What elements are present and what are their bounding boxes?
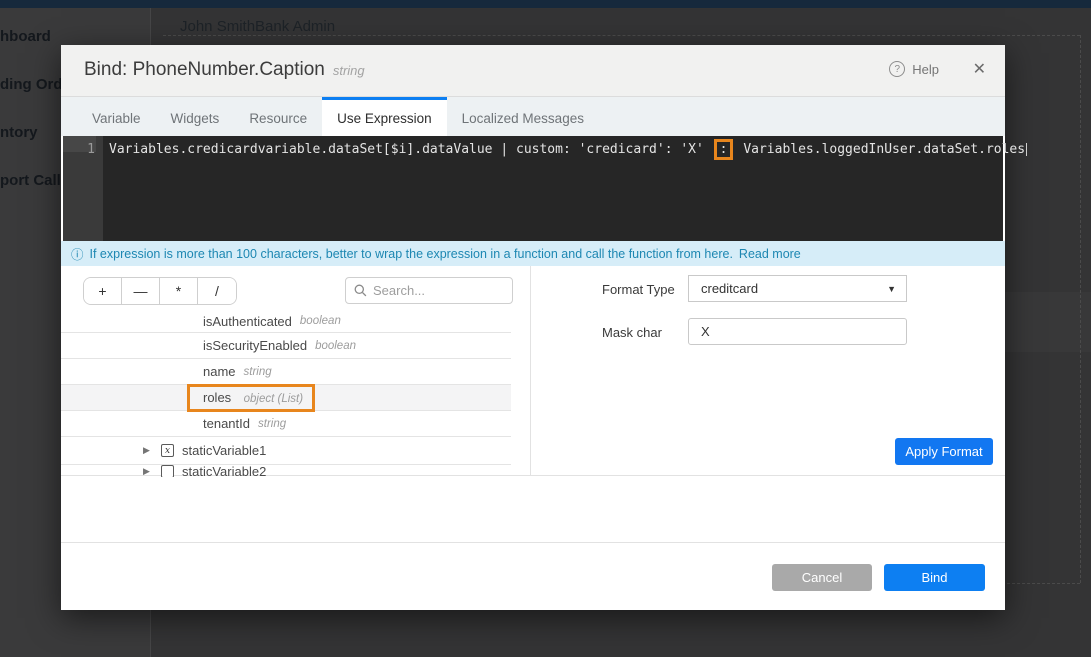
help-icon: ?: [889, 61, 905, 77]
cancel-button[interactable]: Cancel: [772, 564, 872, 591]
operator-toolbar: + — * /: [83, 277, 237, 305]
tree-item-name: staticVariable1: [182, 443, 266, 458]
variable-picker-pane: + — * / isAuthenticated boolean isSecuri: [61, 266, 530, 476]
text-caret: [1026, 143, 1027, 156]
dialog-tabs: Variable Widgets Resource Use Expression…: [61, 97, 1005, 136]
canvas-dashed-border-right: [1080, 35, 1081, 583]
chevron-down-icon: ▼: [887, 284, 896, 294]
tab-localized-messages[interactable]: Localized Messages: [447, 97, 599, 136]
variable-type-icon: x: [161, 444, 174, 457]
editor-line-number: 1: [63, 142, 95, 157]
code-highlight-box: :: [714, 139, 734, 160]
dialog-title-text: Bind: PhoneNumber.Caption: [84, 59, 325, 80]
tree-item-name[interactable]: name string: [61, 359, 511, 385]
variable-tree: isAuthenticated boolean isSecurityEnable…: [61, 310, 511, 477]
tree-item-name: tenantId: [203, 416, 250, 431]
tab-variable[interactable]: Variable: [77, 97, 156, 136]
close-icon[interactable]: ✕: [973, 62, 986, 78]
tree-item-staticvariable1[interactable]: ▶ x staticVariable1: [61, 437, 511, 465]
mask-char-label: Mask char: [602, 325, 662, 340]
tab-use-expression[interactable]: Use Expression: [322, 97, 447, 136]
tree-item-name: name: [203, 364, 236, 379]
variable-type-icon: [161, 465, 174, 477]
format-type-value: creditcard: [701, 281, 758, 296]
tree-item-name: roles: [203, 390, 231, 405]
read-more-link[interactable]: Read more: [739, 247, 801, 261]
canvas-dashed-border-top: [163, 35, 1080, 36]
tree-item-type: boolean: [315, 340, 356, 352]
search-input[interactable]: [373, 283, 493, 298]
expand-arrow-icon[interactable]: ▶: [143, 445, 153, 456]
dialog-type-hint: string: [333, 63, 365, 78]
dialog-title: Bind: PhoneNumber.Caption string: [84, 59, 365, 81]
user-label: John SmithBank Admin: [180, 18, 335, 35]
info-icon: ⓘ: [71, 244, 84, 263]
bind-dialog: Bind: PhoneNumber.Caption string ? Help ✕…: [61, 45, 1005, 610]
tree-item-type: string: [244, 366, 272, 378]
format-pane: Format Type creditcard ▼ Mask char Apply…: [531, 266, 1005, 476]
sidebar-item-support-calls[interactable]: port Calls: [0, 172, 69, 189]
multiply-operator-button[interactable]: *: [160, 278, 198, 304]
roles-highlight-box: roles object (List): [187, 384, 315, 412]
divide-operator-button[interactable]: /: [198, 278, 236, 304]
bind-button[interactable]: Bind: [884, 564, 985, 591]
dialog-header: Bind: PhoneNumber.Caption string ? Help ✕: [61, 45, 1005, 97]
apply-format-button[interactable]: Apply Format: [895, 438, 993, 465]
tree-item-name: isSecurityEnabled: [203, 338, 307, 353]
app-topbar: [0, 0, 1091, 8]
tree-item-isauthenticated[interactable]: isAuthenticated boolean: [61, 310, 511, 333]
code-after: Variables.loggedInUser.dataSet.roles: [743, 142, 1025, 157]
sidebar-item-dashboard[interactable]: hboard: [0, 28, 51, 45]
tree-item-name: staticVariable2: [182, 465, 266, 477]
tree-item-type: object (List): [244, 393, 303, 405]
sidebar-item-inventory[interactable]: ntory: [0, 124, 38, 141]
help-button[interactable]: ? Help: [889, 61, 939, 77]
tree-item-tenantid[interactable]: tenantId string: [61, 411, 511, 437]
info-text: If expression is more than 100 character…: [90, 247, 733, 261]
dialog-footer: Cancel Bind: [61, 542, 1005, 610]
expression-info-bar: ⓘ If expression is more than 100 charact…: [61, 241, 1005, 266]
minus-operator-button[interactable]: —: [122, 278, 160, 304]
tree-item-name: isAuthenticated: [203, 314, 292, 329]
plus-operator-button[interactable]: +: [84, 278, 122, 304]
search-icon: [354, 284, 367, 297]
format-type-label: Format Type: [602, 282, 675, 297]
tree-item-type: boolean: [300, 315, 341, 327]
tree-item-staticvariable2[interactable]: ▶ staticVariable2: [61, 465, 511, 477]
tree-item-type: string: [258, 418, 286, 430]
mask-char-input[interactable]: [688, 318, 907, 345]
tab-widgets[interactable]: Widgets: [156, 97, 235, 136]
dialog-body: + — * / isAuthenticated boolean isSecuri: [61, 266, 1005, 476]
editor-gutter: 1: [63, 136, 103, 241]
format-type-select[interactable]: creditcard ▼: [688, 275, 907, 302]
tab-resource[interactable]: Resource: [234, 97, 322, 136]
expression-editor[interactable]: 1 Variables.credicardvariable.dataSet[$i…: [63, 136, 1003, 241]
help-label: Help: [912, 62, 939, 77]
tree-item-roles[interactable]: roles object (List): [61, 385, 511, 411]
code-before: Variables.credicardvariable.dataSet[$i].…: [109, 142, 704, 157]
tree-item-issecurityenabled[interactable]: isSecurityEnabled boolean: [61, 333, 511, 359]
expression-code-line[interactable]: Variables.credicardvariable.dataSet[$i].…: [109, 142, 997, 157]
variable-search[interactable]: [345, 277, 513, 304]
expand-arrow-icon[interactable]: ▶: [143, 466, 153, 477]
